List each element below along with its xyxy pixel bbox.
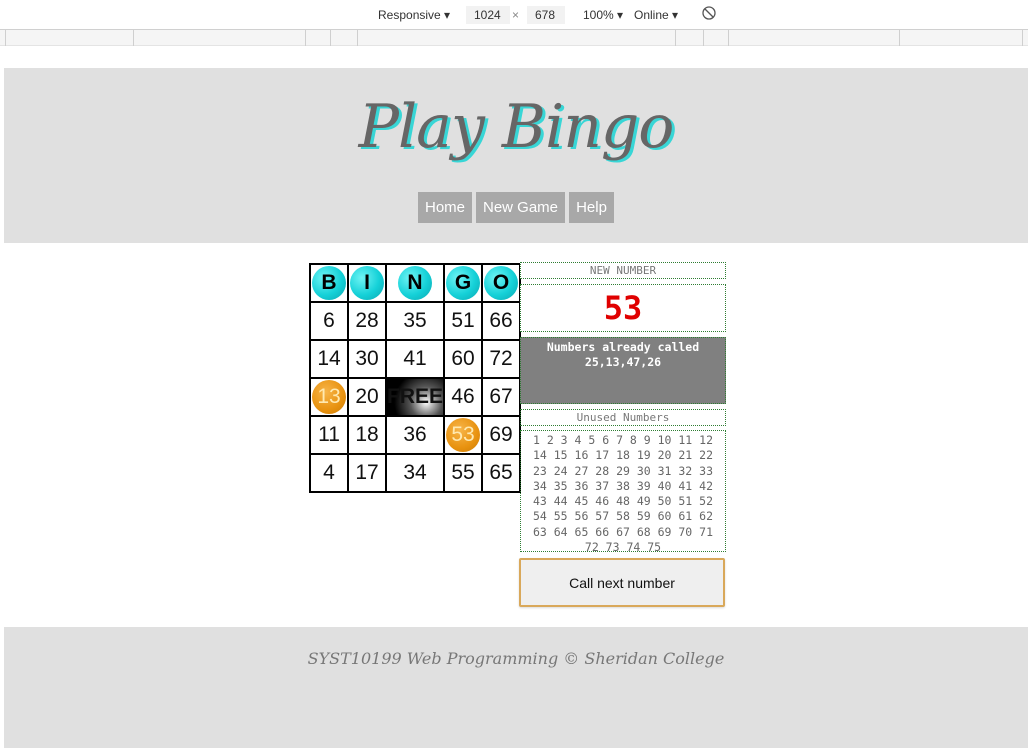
footer: SYST10199 Web Programming © Sheridan Col… — [4, 627, 1028, 748]
bingo-cell[interactable]: 11 — [309, 415, 349, 455]
bingo-letter-cell: O — [481, 263, 522, 303]
zoom-label: 100% — [583, 8, 614, 22]
footer-copyright: SYST10199 Web Programming © Sheridan Col… — [307, 649, 725, 668]
bingo-row: 13 20 FREE 46 67 — [309, 377, 522, 417]
unused-numbers-list: 1 2 3 4 5 6 7 8 9 10 11 12 14 15 16 17 1… — [520, 430, 726, 554]
height-input[interactable]: 678 — [527, 6, 565, 24]
bingo-cell[interactable]: 72 — [481, 339, 522, 379]
letter-g-ball: G — [446, 266, 481, 300]
network-label: Online — [634, 8, 669, 22]
call-next-number-button[interactable]: Call next number — [519, 558, 725, 607]
ruler-tick — [728, 30, 729, 46]
bingo-cell[interactable]: 14 — [309, 339, 349, 379]
bingo-cell[interactable]: 17 — [347, 453, 387, 493]
bingo-row: 6 28 35 51 66 — [309, 301, 522, 341]
device-label: Responsive — [378, 8, 441, 22]
bingo-cell[interactable]: 20 — [347, 377, 387, 417]
ruler-tick — [357, 30, 358, 46]
bingo-cell[interactable]: 60 — [443, 339, 484, 379]
devtools-toolbar: Responsive ▾ 1024 × 678 100% ▾ Online ▾ — [0, 0, 1028, 30]
unused-numbers-label: Unused Numbers — [520, 409, 726, 426]
called-numbers-box: Numbers already called 25,13,47,26 — [520, 337, 726, 404]
marked-number-ball: 53 — [446, 418, 481, 452]
bingo-letter-cell: B — [309, 263, 349, 303]
bingo-cell[interactable]: 66 — [481, 301, 522, 341]
letter-o-ball: O — [484, 266, 519, 300]
network-select[interactable]: Online ▾ — [634, 8, 678, 22]
bingo-letter-cell: N — [384, 263, 446, 303]
bingo-cell[interactable]: 65 — [481, 453, 522, 493]
zoom-select[interactable]: 100% ▾ — [583, 8, 623, 22]
called-numbers-label: Numbers already called — [546, 340, 700, 354]
new-number-label: NEW NUMBER — [520, 262, 726, 279]
ruler-tick — [5, 30, 6, 46]
bingo-cell[interactable]: 51 — [443, 301, 484, 341]
bingo-letter-cell: I — [347, 263, 387, 303]
letter-n-ball: N — [398, 266, 432, 300]
nav-help-button[interactable]: Help — [569, 192, 614, 223]
letter-i-ball: I — [350, 266, 384, 300]
bingo-cell[interactable]: 36 — [384, 415, 446, 455]
bingo-cell[interactable]: 35 — [384, 301, 446, 341]
width-input[interactable]: 1024 — [466, 6, 510, 24]
bingo-row: 14 30 41 60 72 — [309, 339, 522, 379]
bingo-cell[interactable]: 18 — [347, 415, 387, 455]
ruler-tick — [675, 30, 676, 46]
bingo-cell[interactable]: 34 — [384, 453, 446, 493]
bingo-cell[interactable]: 55 — [443, 453, 484, 493]
dimension-separator: × — [512, 8, 520, 22]
bingo-row: 11 18 36 53 69 — [309, 415, 522, 455]
bingo-header-row: B I N G O — [309, 263, 522, 303]
new-number-value: 53 — [520, 284, 726, 332]
ruler-tick — [305, 30, 306, 46]
called-numbers-values: 25,13,47,26 — [584, 355, 662, 369]
bingo-card: B I N G O 6 28 35 51 66 14 30 41 60 72 13 20 FREE 46 6… — [309, 263, 522, 493]
device-select[interactable]: Responsive ▾ — [378, 8, 450, 22]
bingo-cell[interactable]: 13 — [309, 377, 349, 417]
bingo-cell[interactable]: 30 — [347, 339, 387, 379]
page: Play Bingo Home New Game Help B I N G O … — [4, 68, 1028, 748]
ruler-tick — [703, 30, 704, 46]
ruler-tick — [133, 30, 134, 46]
header: Play Bingo Home New Game Help — [4, 68, 1028, 243]
bingo-cell[interactable]: 53 — [443, 415, 484, 455]
bingo-cell[interactable]: 69 — [481, 415, 522, 455]
marked-number-ball: 13 — [312, 380, 346, 414]
media-query-ruler — [0, 30, 1028, 46]
bingo-cell[interactable]: 4 — [309, 453, 349, 493]
bingo-cell[interactable]: 28 — [347, 301, 387, 341]
ruler-tick — [330, 30, 331, 46]
bingo-row: 4 17 34 55 65 — [309, 453, 522, 493]
rotate-icon[interactable] — [702, 6, 716, 23]
ruler-tick — [899, 30, 900, 46]
bingo-letter-cell: G — [443, 263, 484, 303]
letter-b-ball: B — [312, 266, 346, 300]
nav-new-game-button[interactable]: New Game — [476, 192, 565, 223]
bingo-cell[interactable]: 67 — [481, 377, 522, 417]
bingo-cell[interactable]: 6 — [309, 301, 349, 341]
bingo-cell[interactable]: 41 — [384, 339, 446, 379]
free-space-cell[interactable]: FREE — [384, 377, 446, 417]
nav-home-button[interactable]: Home — [418, 192, 472, 223]
ruler-tick — [1022, 30, 1023, 46]
bingo-cell[interactable]: 46 — [443, 377, 484, 417]
page-title: Play Bingo — [358, 92, 675, 162]
